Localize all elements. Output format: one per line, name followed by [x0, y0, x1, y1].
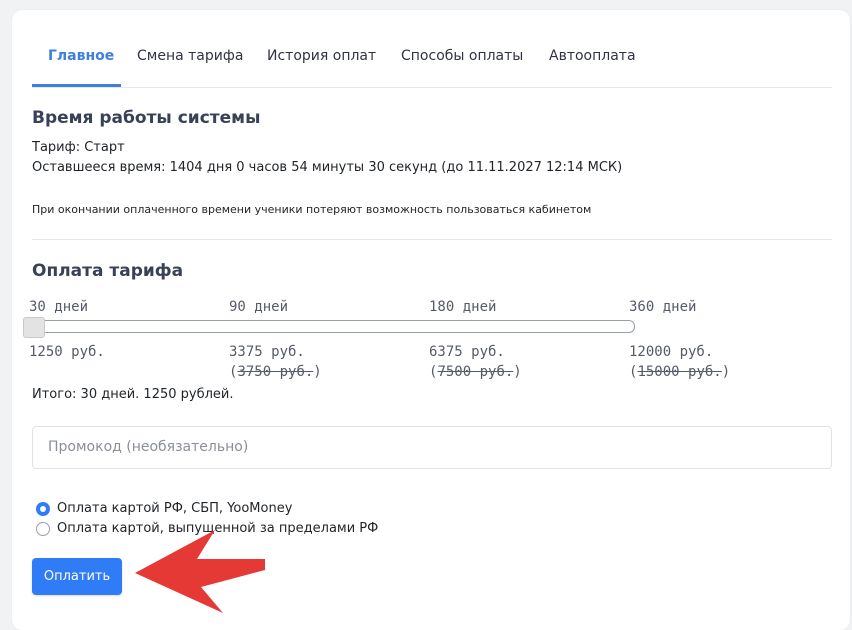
old-price-90-value: 3750 руб. [237, 364, 314, 380]
period-label-180: 180 дней [429, 299, 497, 315]
expiry-notice: При окончании оплаченного времени ученик… [32, 203, 592, 216]
price-90: 3375 руб. [229, 344, 305, 360]
period-label-30: 30 дней [29, 299, 89, 315]
uptime-title: Время работы системы [32, 108, 261, 128]
payment-method-rf[interactable]: Оплата картой РФ, СБП, YooMoney [36, 501, 292, 516]
promo-code-input[interactable] [33, 427, 823, 466]
period-label-360: 360 дней [629, 299, 697, 315]
radio-unchecked-icon[interactable] [36, 521, 50, 536]
tab-bar: Главное Смена тарифа История оплат Спосо… [32, 10, 832, 88]
radio-checked-icon[interactable] [36, 501, 50, 516]
old-price-180: (7500 руб.) [429, 364, 522, 380]
payment-total: Итого: 30 дней. 1250 рублей. [32, 387, 234, 402]
payment-method-rf-label: Оплата картой РФ, СБП, YooMoney [57, 501, 293, 516]
period-slider-handle[interactable] [23, 317, 45, 338]
tab-change-tariff[interactable]: Смена тарифа [137, 48, 243, 64]
period-slider-track[interactable] [23, 320, 635, 333]
old-price-90: (3750 руб.) [229, 364, 322, 380]
old-price-360: (15000 руб.) [629, 364, 731, 380]
payment-title: Оплата тарифа [32, 261, 184, 281]
price-180: 6375 руб. [429, 344, 505, 360]
section-divider [32, 239, 832, 240]
old-price-360-value: 15000 руб. [637, 364, 722, 380]
price-360: 12000 руб. [629, 344, 714, 360]
promo-field [32, 426, 832, 469]
remaining-time: Оставшееся время: 1404 дня 0 часов 54 ми… [32, 160, 623, 175]
tab-payment-methods[interactable]: Способы оплаты [401, 48, 523, 64]
active-tab-indicator [32, 84, 121, 87]
tab-main[interactable]: Главное [48, 48, 114, 64]
old-price-180-value: 7500 руб. [437, 364, 514, 380]
red-arrow-icon [135, 530, 265, 613]
tariff-name: Тариф: Старт [32, 140, 125, 155]
period-label-90: 90 дней [229, 299, 289, 315]
pay-button[interactable]: Оплатить [32, 558, 122, 595]
tab-autopay[interactable]: Автооплата [549, 48, 636, 64]
price-30: 1250 руб. [29, 344, 105, 360]
tab-payment-history[interactable]: История оплат [267, 48, 376, 64]
